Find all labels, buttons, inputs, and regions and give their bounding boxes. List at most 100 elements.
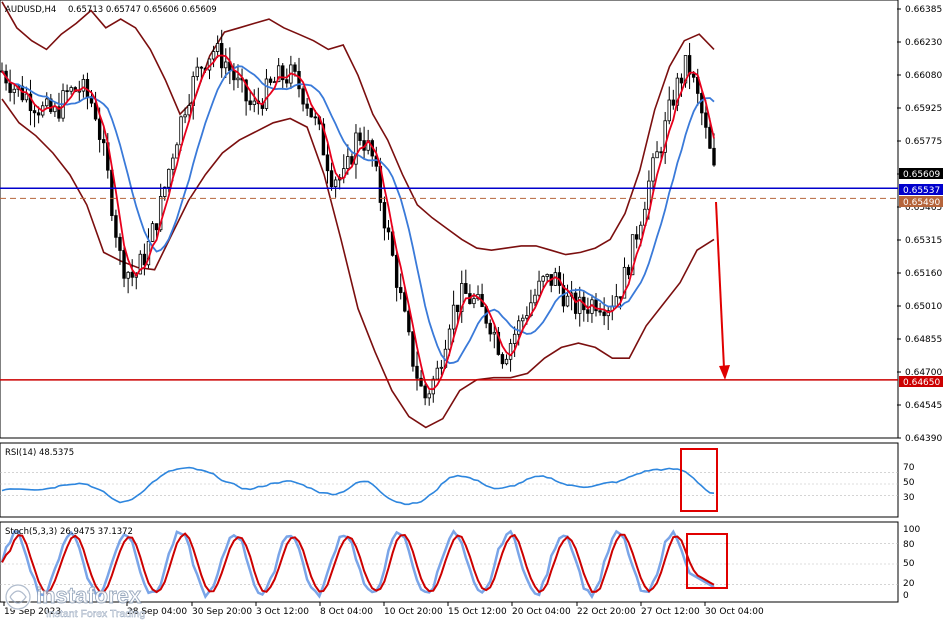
candle-body [403, 292, 407, 312]
stoch-tick-80: 80 [903, 540, 915, 550]
candle-body [77, 90, 82, 93]
chart-window: AUDUSD,H4 0.65713 0.65747 0.65606 0.6560… [0, 0, 944, 622]
candle-body [455, 304, 460, 312]
candle-body [545, 274, 549, 277]
candle-body [573, 292, 578, 314]
candle-body [517, 320, 521, 335]
price-tick-label: 0.65160 [905, 269, 942, 279]
candle-body [472, 298, 476, 305]
candle-body [614, 296, 619, 307]
candle-body [708, 126, 712, 149]
candle-body [435, 367, 440, 380]
candle-body [171, 157, 175, 170]
candle-body [309, 107, 313, 118]
candle-body [512, 333, 517, 344]
candle-body [272, 81, 277, 84]
rsi-tick-50: 50 [903, 478, 915, 488]
candle-body [301, 88, 305, 105]
candle-body [150, 223, 155, 242]
rsi-tick-30: 30 [903, 493, 915, 503]
candle-body [224, 61, 228, 69]
candle-body [175, 144, 179, 159]
candle-body [659, 151, 663, 154]
candle-body [679, 77, 684, 84]
candle-body [305, 103, 309, 109]
price-tick-label: 0.64390 [905, 434, 942, 444]
candle-body [634, 234, 639, 240]
brown-level-label: 0.65490 [903, 198, 940, 208]
time-tick-label: 22 Oct 20:00 [577, 607, 636, 617]
candle-body [541, 276, 545, 282]
rsi-tick-70: 70 [903, 463, 915, 473]
candle-body [69, 87, 73, 92]
candle-body [97, 118, 102, 140]
candle-body [565, 295, 570, 307]
candle-body [313, 116, 317, 119]
candle-body [297, 71, 301, 90]
price-tick-label: 0.64855 [905, 335, 942, 345]
current-price-label: 0.65609 [903, 170, 940, 180]
blue-level-label: 0.65537 [903, 186, 940, 196]
candle-body [533, 294, 537, 304]
candle-body [215, 43, 220, 52]
candle-body [252, 100, 256, 105]
candle-body [102, 139, 106, 144]
candle-body [700, 93, 704, 114]
price-tick-label: 0.65010 [905, 302, 942, 312]
candle-body [399, 287, 403, 294]
candle-body [167, 168, 171, 188]
chart-header-symbol: AUDUSD,H4 [5, 5, 56, 15]
candle-body [211, 51, 216, 60]
price-tick-label: 0.64545 [905, 401, 942, 411]
time-tick-label: 27 Oct 12:00 [641, 607, 700, 617]
candle-body [423, 385, 427, 399]
price-tick-label: 0.66080 [905, 71, 942, 81]
candle-body [236, 77, 240, 81]
candle-body [293, 64, 297, 72]
stoch-tick-50: 50 [903, 559, 915, 569]
watermark-brand: instaforex [36, 583, 142, 608]
candle-body [704, 112, 708, 128]
candle-body [126, 271, 130, 279]
candle-body [655, 151, 659, 159]
stoch-tick-0: 0 [903, 591, 909, 601]
candle-body [358, 132, 362, 141]
candle-body [464, 283, 468, 294]
candle-body [394, 254, 399, 288]
candle-body [508, 343, 513, 360]
stoch-tick-20: 20 [903, 579, 915, 589]
watermark-tagline: Instant Forex Trading [46, 608, 145, 620]
candle-body [114, 215, 118, 238]
candle-body [488, 322, 492, 335]
candle-body [199, 66, 204, 69]
price-tick-label: 0.65315 [905, 236, 942, 246]
candle-body [20, 85, 25, 101]
candle-body [691, 73, 696, 78]
time-tick-label: 20 Oct 04:00 [512, 607, 571, 617]
candle-body [687, 55, 692, 75]
candle-body [85, 79, 90, 98]
candle-body [492, 331, 496, 335]
candle-body [32, 110, 37, 114]
red-level-label: 0.64650 [903, 378, 940, 388]
candle-body [504, 358, 509, 365]
time-tick-label: 30 Sep 20:00 [192, 607, 252, 617]
time-tick-label: 8 Oct 04:00 [320, 607, 373, 617]
candle-body [264, 78, 269, 109]
price-tick-label: 0.65775 [905, 137, 942, 147]
candle-body [439, 366, 444, 369]
candle-body [553, 272, 558, 286]
chart-header-ohlc: 0.65713 0.65747 0.65606 0.65609 [68, 5, 217, 15]
candle-body [36, 112, 41, 116]
rsi-panel [0, 442, 899, 518]
candle-body [154, 223, 159, 231]
candle-body [183, 114, 187, 118]
candle-body [122, 250, 126, 279]
price-tick-label: 0.66230 [905, 38, 942, 48]
time-tick-label: 30 Oct 04:00 [705, 607, 764, 617]
candle-body [65, 90, 69, 93]
candle-body [500, 354, 505, 365]
candle-body [118, 236, 122, 251]
chart-canvas: AUDUSD,H4 0.65713 0.65747 0.65606 0.6560… [0, 0, 943, 620]
candle-body [586, 309, 590, 314]
